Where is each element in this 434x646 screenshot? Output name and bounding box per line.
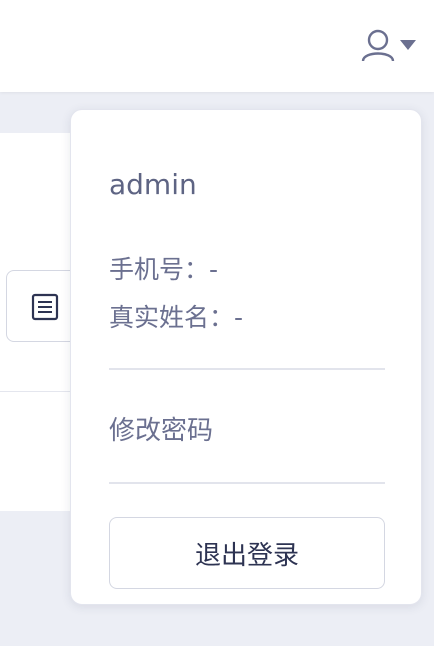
logout-button[interactable]: 退出登录 bbox=[109, 517, 385, 589]
phone-info: 手机号：- bbox=[109, 255, 219, 284]
change-password-link[interactable]: 修改密码 bbox=[109, 410, 213, 447]
username: admin bbox=[109, 168, 197, 201]
document-list-icon bbox=[31, 293, 59, 321]
caret-down-icon bbox=[400, 39, 416, 51]
top-bar bbox=[0, 0, 434, 92]
user-dropdown-menu: admin 手机号：- 真实姓名：- 修改密码 退出登录 bbox=[70, 109, 422, 605]
real-name-info: 真实姓名：- bbox=[109, 303, 244, 332]
user-icon bbox=[360, 27, 396, 63]
menu-divider bbox=[109, 482, 385, 484]
user-menu-trigger[interactable] bbox=[360, 26, 418, 64]
menu-divider bbox=[109, 368, 385, 370]
